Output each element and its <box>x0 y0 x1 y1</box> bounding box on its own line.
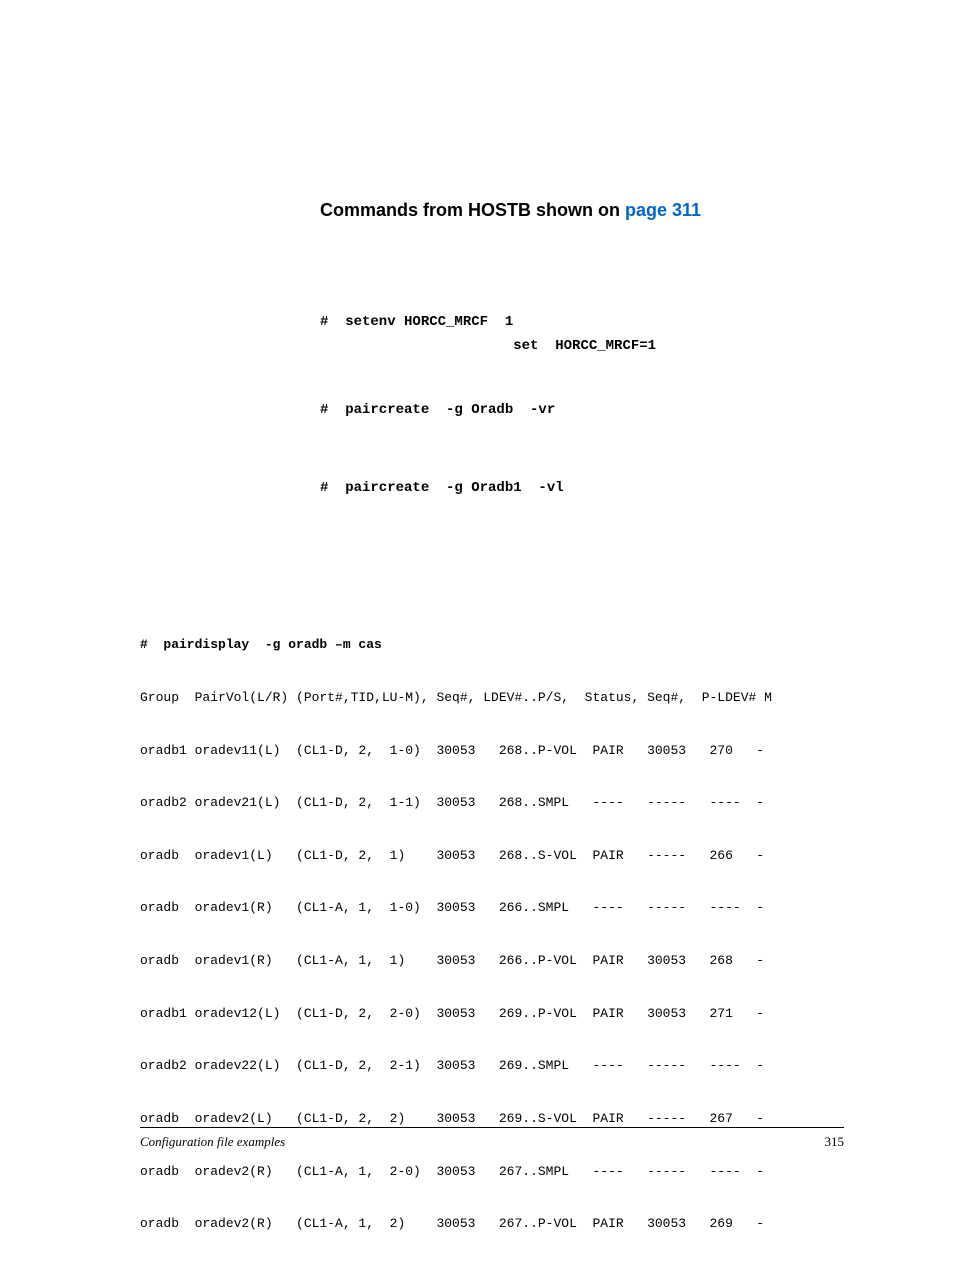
section-heading: Commands from HOSTB shown on page 311 <box>320 200 814 221</box>
pairdisplay-output: # pairdisplay -g oradb –m cas Group Pair… <box>140 601 814 1268</box>
command-setenv: # setenv HORCC_MRCF 1 <box>320 311 814 335</box>
pairdisplay-command: # pairdisplay -g oradb –m cas <box>140 636 814 654</box>
table-row: oradb1 oradev12(L) (CL1-D, 2, 2-0) 30053… <box>140 1005 814 1023</box>
table-row: oradb2 oradev21(L) (CL1-D, 2, 1-1) 30053… <box>140 794 814 812</box>
table-row: oradb oradev1(R) (CL1-A, 1, 1) 30053 266… <box>140 952 814 970</box>
pairdisplay-header: Group PairVol(L/R) (Port#,TID,LU-M), Seq… <box>140 689 814 707</box>
footer-section-title: Configuration file examples <box>140 1134 285 1150</box>
table-row: oradb1 oradev11(L) (CL1-D, 2, 1-0) 30053… <box>140 742 814 760</box>
table-row: oradb oradev1(L) (CL1-D, 2, 1) 30053 268… <box>140 847 814 865</box>
page-footer: Configuration file examples 315 <box>140 1127 844 1150</box>
table-row: oradb oradev1(R) (CL1-A, 1, 1-0) 30053 2… <box>140 899 814 917</box>
footer-page-number: 315 <box>825 1134 845 1150</box>
table-row: oradb oradev2(R) (CL1-A, 1, 2-0) 30053 2… <box>140 1163 814 1181</box>
command-block-setenv: # setenv HORCC_MRCF 1 set HORCC_MRCF=1 <box>320 311 814 359</box>
command-block-paircreate-vr: # paircreate -g Oradb -vr <box>320 399 814 423</box>
command-set: set HORCC_MRCF=1 <box>320 335 814 359</box>
footer-divider <box>140 1127 844 1128</box>
table-row: oradb oradev2(L) (CL1-D, 2, 2) 30053 269… <box>140 1110 814 1128</box>
table-row: oradb2 oradev22(L) (CL1-D, 2, 2-1) 30053… <box>140 1057 814 1075</box>
heading-link[interactable]: page 311 <box>625 200 701 220</box>
command-block-paircreate-vl: # paircreate -g Oradb1 -vl <box>320 477 814 501</box>
command-paircreate-vr: # paircreate -g Oradb -vr <box>320 399 814 423</box>
command-paircreate-vl: # paircreate -g Oradb1 -vl <box>320 477 814 501</box>
heading-prefix: Commands from HOSTB shown on <box>320 200 625 220</box>
table-row: oradb oradev2(R) (CL1-A, 1, 2) 30053 267… <box>140 1215 814 1233</box>
